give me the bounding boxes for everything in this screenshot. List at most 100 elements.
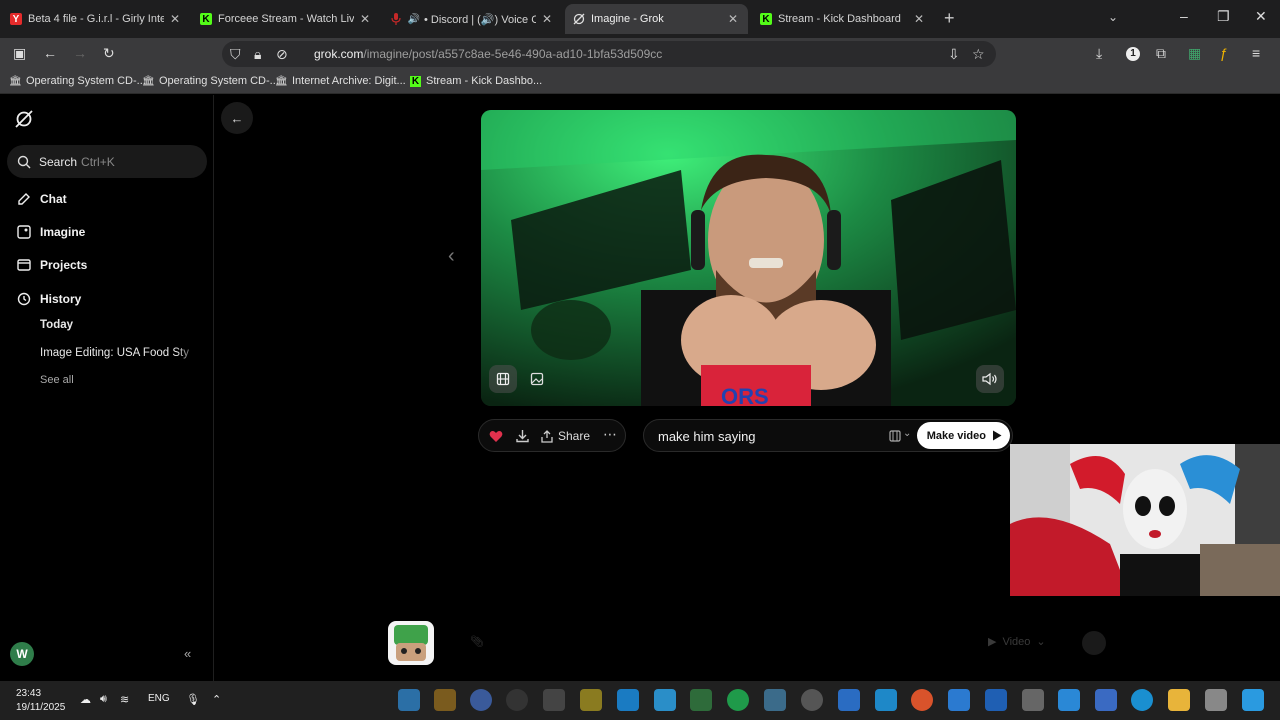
- sidebar-item-projects[interactable]: Projects: [16, 257, 87, 273]
- submit-button[interactable]: [1082, 631, 1106, 655]
- microphone-muted-icon: [390, 13, 402, 25]
- close-icon[interactable]: ✕: [726, 12, 740, 26]
- generated-video[interactable]: ORS: [481, 110, 1016, 406]
- search-input[interactable]: Search Ctrl+K: [7, 145, 207, 178]
- sidebar-item-imagine[interactable]: Imagine: [16, 224, 85, 240]
- wifi-icon[interactable]: ≋: [120, 693, 129, 706]
- address-bar[interactable]: ⛉ 🔒︎ ⊘ grok.com/imagine/post/a557c8ae-5e…: [222, 41, 996, 67]
- downloads-icon[interactable]: ⤓: [1096, 45, 1102, 62]
- prompt-text[interactable]: make him saying: [658, 429, 756, 444]
- prompt-input[interactable]: make him saying ⌄ Make video: [643, 419, 1013, 452]
- window-close-icon[interactable]: ✕: [1255, 8, 1267, 25]
- shield-icon[interactable]: ⛉: [230, 46, 241, 63]
- edge-icon[interactable]: [1131, 689, 1153, 711]
- tab-list-chevron-icon[interactable]: ⌄: [1108, 10, 1118, 24]
- grok-logo-icon[interactable]: [14, 109, 34, 129]
- app-icon[interactable]: [690, 689, 712, 711]
- task-view-icon[interactable]: [1205, 689, 1227, 711]
- see-all-link[interactable]: See all: [40, 374, 74, 386]
- app-icon[interactable]: [543, 689, 565, 711]
- volume-icon[interactable]: 🔊︎: [100, 693, 107, 706]
- app-icon[interactable]: [580, 689, 602, 711]
- back-button[interactable]: ←: [221, 102, 253, 134]
- close-icon[interactable]: ✕: [168, 12, 182, 26]
- bookmark-item[interactable]: 🏛︎ Operating System CD-...: [142, 75, 279, 87]
- minimize-icon[interactable]: –: [1180, 8, 1188, 24]
- tab-imagine-grok[interactable]: Imagine - Grok ✕: [565, 4, 748, 34]
- close-icon[interactable]: ✕: [358, 12, 372, 26]
- app-icon[interactable]: [875, 689, 897, 711]
- extensions-icon[interactable]: ⧉: [1156, 45, 1166, 62]
- share-button[interactable]: Share: [541, 429, 590, 443]
- app-icon[interactable]: [838, 689, 860, 711]
- clock[interactable]: 23:43 19/11/2025: [16, 687, 65, 715]
- app-icon[interactable]: [727, 689, 749, 711]
- previous-arrow-icon[interactable]: ‹: [448, 245, 455, 268]
- sidebar-item-history[interactable]: History: [16, 291, 81, 307]
- game-icon[interactable]: [434, 689, 456, 711]
- bookmark-item[interactable]: 🏛︎ Internet Archive: Digit...: [275, 75, 406, 87]
- back-icon[interactable]: ←: [43, 45, 57, 61]
- image-mode-button[interactable]: [523, 365, 551, 393]
- star-icon[interactable]: ☆: [972, 46, 985, 63]
- menu-icon[interactable]: ≡: [1252, 45, 1260, 61]
- close-icon[interactable]: ✕: [540, 12, 554, 26]
- chevron-down-icon[interactable]: ⌄: [903, 428, 911, 439]
- tab-beta4[interactable]: Y Beta 4 file - G.i.r.l - Girly Interne …: [2, 4, 190, 34]
- more-options-icon[interactable]: ⋯: [603, 426, 617, 443]
- new-tab-button[interactable]: +: [944, 8, 955, 29]
- svg-text:ORS: ORS: [721, 384, 769, 406]
- windows-start-icon[interactable]: [1242, 689, 1264, 711]
- tab-forceee[interactable]: K Forceee Stream - Watch Live on ✕: [192, 4, 380, 34]
- mode-selector[interactable]: ▶ Video ⌄: [988, 635, 1046, 649]
- language-indicator[interactable]: ENG: [148, 693, 170, 704]
- collapse-sidebar-icon[interactable]: «: [184, 646, 191, 661]
- avatar[interactable]: W: [10, 642, 34, 666]
- sidebar-toggle-icon[interactable]: ▣: [13, 45, 26, 62]
- chevron-up-icon[interactable]: ⌃: [212, 693, 221, 706]
- password-icon[interactable]: 1: [1126, 47, 1140, 61]
- video-mode-button[interactable]: [489, 365, 517, 393]
- app-icon[interactable]: [654, 689, 676, 711]
- notepad-icon[interactable]: [948, 689, 970, 711]
- sidebar-item-chat[interactable]: Chat: [16, 191, 67, 207]
- history-item[interactable]: Image Editing: USA Food Sty: [40, 347, 200, 359]
- reload-icon[interactable]: ↻: [103, 45, 115, 62]
- tracking-icon[interactable]: ⊘: [276, 46, 288, 63]
- url-text[interactable]: grok.com/imagine/post/a557c8ae-5e46-490a…: [314, 47, 662, 61]
- film-icon[interactable]: [889, 430, 901, 442]
- obs-icon[interactable]: [506, 689, 528, 711]
- kick-icon: K: [200, 13, 212, 25]
- volume-button[interactable]: [976, 365, 1004, 393]
- cloud-icon[interactable]: ☁: [80, 693, 91, 706]
- restore-icon[interactable]: ❐: [1217, 8, 1230, 25]
- vscode-icon[interactable]: [398, 689, 420, 711]
- bookmark-item[interactable]: K Stream - Kick Dashbo...: [410, 75, 542, 87]
- app-icon[interactable]: [764, 689, 786, 711]
- app-icon[interactable]: [470, 689, 492, 711]
- app-icon[interactable]: [617, 689, 639, 711]
- install-icon[interactable]: ⇩: [948, 46, 960, 63]
- tab-label: • Discord | (🔊) Voice Ch: [424, 13, 536, 26]
- close-icon[interactable]: ✕: [912, 12, 926, 26]
- file-explorer-icon[interactable]: [1168, 689, 1190, 711]
- archive-icon: 🏛︎: [275, 75, 288, 87]
- attach-icon[interactable]: 📎︎: [470, 635, 484, 648]
- tab-discord[interactable]: 🔊 • Discord | (🔊) Voice Ch ✕: [382, 4, 562, 34]
- bookmark-item[interactable]: 🏛︎ Operating System CD-...: [9, 75, 146, 87]
- firefox-icon[interactable]: [911, 689, 933, 711]
- make-video-button[interactable]: Make video: [916, 422, 1010, 449]
- heart-icon[interactable]: [489, 430, 503, 443]
- settings-icon[interactable]: [801, 689, 823, 711]
- forward-icon[interactable]: →: [73, 45, 87, 61]
- tab-kick-dashboard[interactable]: K Stream - Kick Dashboard ✕: [752, 4, 934, 34]
- extension-icon[interactable]: ƒ: [1220, 45, 1228, 61]
- lock-icon[interactable]: 🔒︎: [254, 46, 261, 63]
- outlook-icon[interactable]: [985, 689, 1007, 711]
- app-icon[interactable]: [1022, 689, 1044, 711]
- microphone-icon[interactable]: 🎙︎: [186, 693, 200, 706]
- store-icon[interactable]: [1095, 689, 1117, 711]
- app-icon[interactable]: [1058, 689, 1080, 711]
- download-icon[interactable]: [516, 429, 529, 443]
- image-extension-icon[interactable]: ▦: [1188, 45, 1201, 62]
